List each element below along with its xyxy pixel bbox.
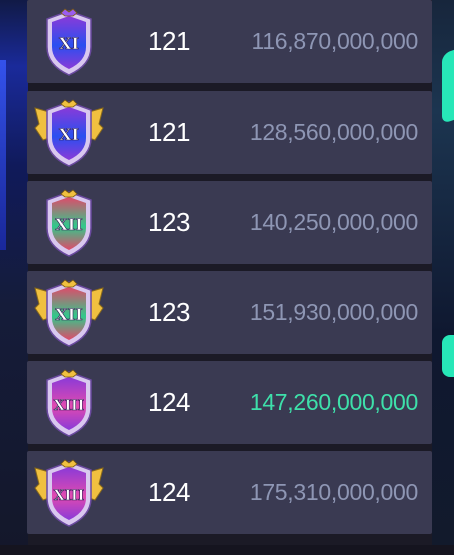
rank-badge-icon: XIII <box>33 458 105 530</box>
rank-row[interactable]: XI 121 116,870,000,000 <box>27 0 432 83</box>
rank-amount: 116,870,000,000 <box>251 28 419 54</box>
rank-row[interactable]: XIII 124 147,260,000,000 <box>27 361 432 444</box>
rank-badge-icon: XIII <box>33 368 105 440</box>
badge-svg: XIII <box>46 369 92 437</box>
badge-numeral: XI <box>59 34 79 53</box>
crown-icon <box>60 279 78 288</box>
badge-svg: XI <box>46 8 92 76</box>
badge-numeral: XIII <box>54 398 85 414</box>
rank-badge-icon: XI <box>33 7 105 79</box>
rank-level: 124 <box>148 387 190 417</box>
badge-svg: XII <box>46 189 92 257</box>
crown-icon <box>60 369 78 378</box>
rank-amount: 151,930,000,000 <box>249 299 418 325</box>
rank-row[interactable]: XI 121 128,560,000,000 <box>27 91 432 174</box>
badge-numeral: XII <box>55 305 82 324</box>
crown-icon <box>60 459 78 468</box>
bottom-strip <box>0 545 454 555</box>
rank-row[interactable]: XII 123 151,930,000,000 <box>27 271 432 354</box>
badge-numeral: XIII <box>54 488 85 504</box>
rank-row[interactable]: XIII 124 175,310,000,000 <box>27 451 432 534</box>
rank-amount-highlight: 147,260,000,000 <box>249 389 418 415</box>
rank-level: 123 <box>148 297 190 327</box>
rank-level: 124 <box>148 477 190 507</box>
crown-icon <box>60 99 78 108</box>
rank-amount: 128,560,000,000 <box>249 119 418 145</box>
badge-svg: XII <box>34 279 104 347</box>
right-accent-mid <box>442 335 454 377</box>
rank-level: 123 <box>148 207 190 237</box>
crown-icon <box>60 189 78 198</box>
badge-svg: XIII <box>34 459 104 527</box>
right-accent-top <box>442 49 454 125</box>
left-glow <box>0 60 6 250</box>
rank-level: 121 <box>148 117 190 147</box>
rank-amount: 175,310,000,000 <box>249 479 418 505</box>
crown-icon <box>60 8 78 17</box>
badge-svg: XI <box>34 99 104 167</box>
rank-amount: 140,250,000,000 <box>249 209 418 235</box>
rank-badge-icon: XI <box>33 98 105 170</box>
badge-numeral: XI <box>59 125 79 144</box>
badge-numeral: XII <box>55 215 82 234</box>
rank-row[interactable]: XII 123 140,250,000,000 <box>27 181 432 264</box>
rank-badge-icon: XII <box>33 188 105 260</box>
rank-badge-icon: XII <box>33 278 105 350</box>
rank-level: 121 <box>148 26 190 56</box>
